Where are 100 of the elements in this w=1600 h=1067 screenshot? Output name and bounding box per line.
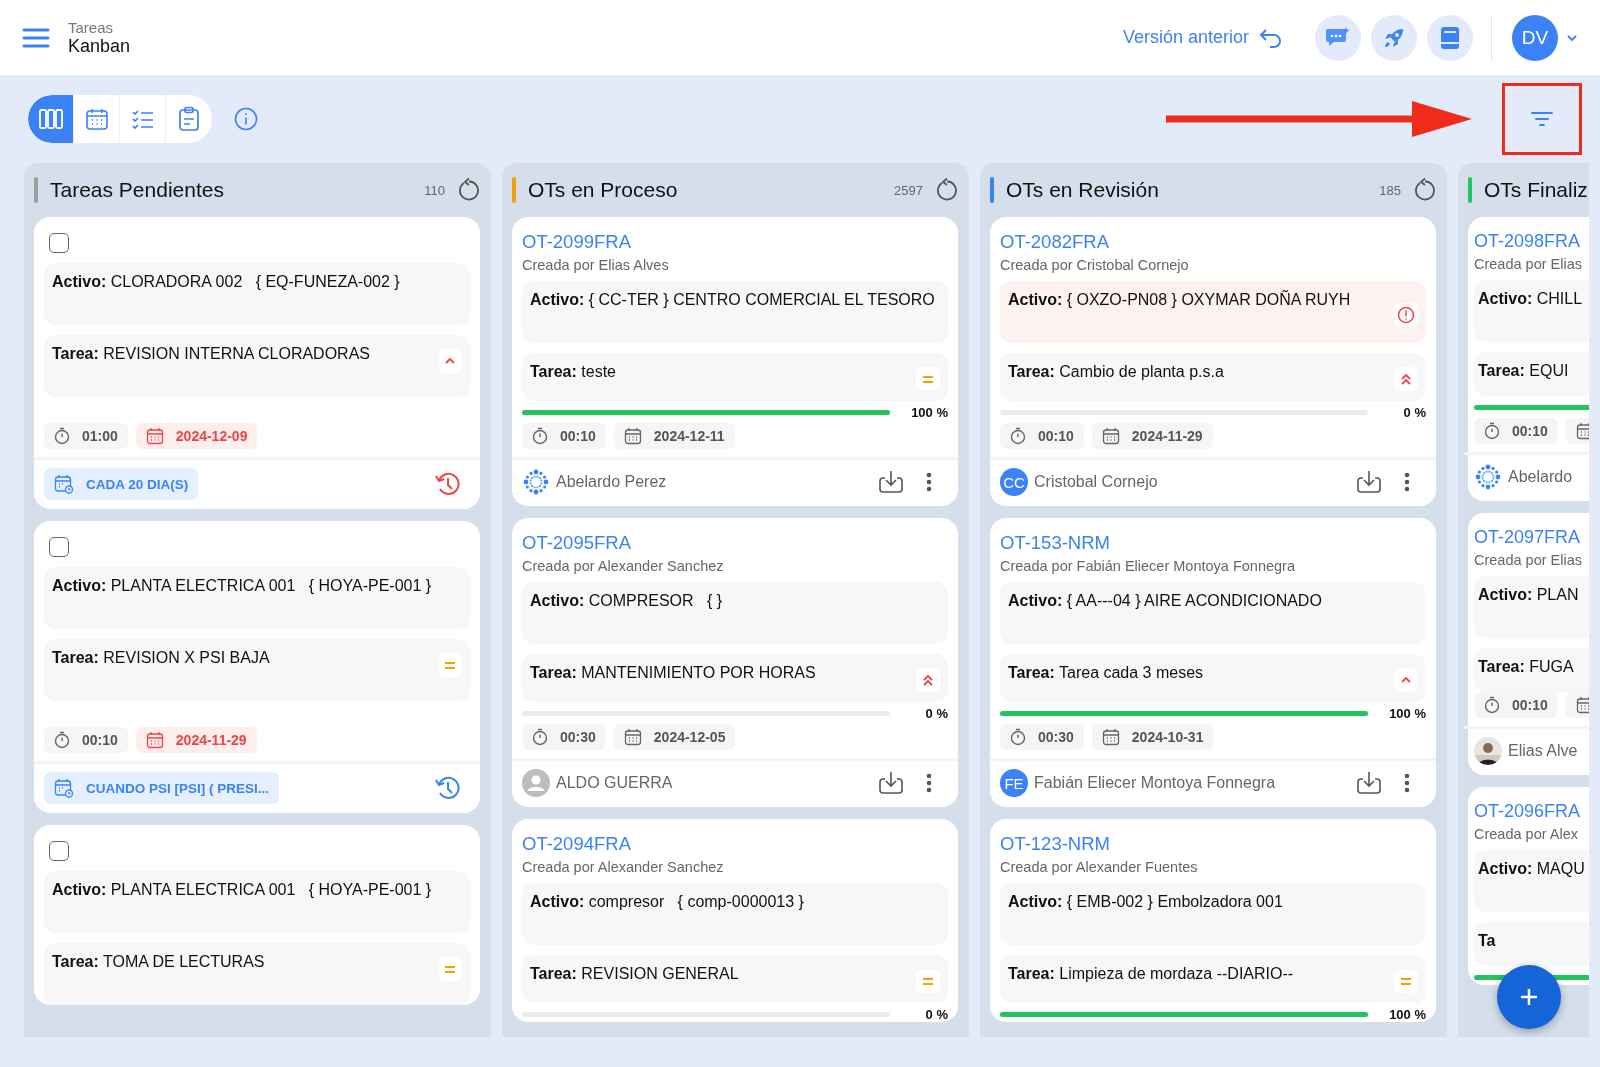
column-title: Tareas Pendientes [50, 178, 225, 202]
calendar-icon [1101, 728, 1120, 746]
history-icon[interactable] [434, 774, 462, 802]
calendar-icon [1101, 427, 1120, 445]
work-order-link[interactable]: OT-2098FRA [1474, 231, 1581, 252]
chevron-down-icon[interactable] [1566, 33, 1578, 42]
more-options-icon[interactable] [926, 773, 932, 793]
more-options-icon[interactable] [1404, 472, 1410, 492]
task-text: Tarea: EQUI [1478, 362, 1569, 380]
user-avatar[interactable]: DV [1512, 14, 1558, 61]
avatar-initials: FE [1000, 769, 1028, 797]
more-options-icon[interactable] [926, 472, 932, 492]
previous-version-link[interactable]: Versión anterior [1122, 27, 1283, 48]
recurrence-text: CADA 20 DIA(S) [86, 476, 189, 492]
asset-text: Activo: { CC-TER } CENTRO COMERCIAL EL TESORO [530, 291, 935, 309]
work-order-link[interactable]: OT-2099FRA [522, 231, 631, 253]
work-order-link[interactable]: OT-2095FRA [522, 532, 631, 554]
rocket-icon[interactable] [1371, 14, 1417, 61]
asset-text: Activo: CLORADORA 002 { EQ-FUNEZA-002 } [52, 273, 400, 291]
work-order-link[interactable]: OT-153-NRM [1000, 532, 1110, 554]
book-icon[interactable] [1427, 14, 1473, 61]
plus-icon [1518, 986, 1540, 1008]
task-text: Tarea: FUGA [1478, 658, 1574, 676]
menu-icon[interactable] [22, 26, 50, 49]
asset-text: Activo: PLANTA ELECTRICA 001 { HOYA-PE-001 } [52, 881, 432, 899]
asset-text: Activo: compresor { comp-0000013 } [530, 893, 804, 911]
refresh-icon[interactable] [1413, 178, 1437, 202]
checkbox[interactable] [49, 537, 69, 557]
work-order-card[interactable]: OT-153-NRM Creada por Fabián Eliecer Montoya Fonnegra Activo: { AA---04 } AIRE ACONDICIONADO Tarea: Tarea cada 3 meses 100 % 00:30 2024-10-31 FE Fabián Eliecer Montoya Fonnegra [990, 518, 1436, 807]
task-text: Tarea: TOMA DE LECTURAS [52, 953, 265, 971]
task-text: Tarea: Cambio de planta p.s.a [1008, 363, 1224, 381]
work-order-card[interactable]: OT-2096FRA Creada por Alex Activo: MAQU Ta [1468, 787, 1589, 985]
work-order-card[interactable]: OT-123-NRM Creada por Alexander Fuentes Activo: { EMB-002 } Embolzadora 001 Tarea: Limpieza de mordaza --DIARIO-- 100 % [990, 819, 1436, 1022]
task-card[interactable]: Activo: PLANTA ELECTRICA 001 { HOYA-PE-001 } Tarea: REVISION X PSI BAJA 00:10 2024-11-29 CUANDO PSI [PSI] ( PRESI... [34, 521, 480, 813]
checkbox[interactable] [49, 233, 69, 253]
work-order-card[interactable]: OT-2094FRA Creada por Alexander Sanchez Activo: compresor { comp-0000013 } Tarea: REVISION GENERAL 0 % [512, 819, 958, 1022]
duration-text: 00:10 [1512, 423, 1548, 439]
priority-equals-icon [438, 653, 462, 677]
task-text: Tarea: REVISION INTERNA CLORADORAS [52, 345, 370, 363]
task-card[interactable]: Activo: CLORADORA 002 { EQ-FUNEZA-002 } Tarea: REVISION INTERNA CLORADORAS 01:00 2024-12-09 CADA 20 DIA(S) [34, 217, 480, 509]
asset-text: Activo: MAQU [1478, 860, 1585, 878]
avatar-initials: CC [1000, 468, 1028, 496]
avatar-icon [522, 468, 550, 496]
priority-equals-icon [1394, 969, 1418, 993]
refresh-icon[interactable] [935, 178, 959, 202]
download-icon[interactable] [1356, 771, 1382, 795]
task-text: Tarea: REVISION GENERAL [530, 965, 739, 983]
duration-text: 00:10 [560, 428, 596, 444]
work-order-link[interactable]: OT-2096FRA [1474, 801, 1581, 822]
calendar-icon [145, 731, 164, 749]
history-icon[interactable] [434, 470, 462, 498]
creator-text: Creada por Alex [1474, 826, 1579, 842]
more-options-icon[interactable] [1404, 773, 1410, 793]
priority-double-chevron-icon [1394, 367, 1418, 391]
board-view-icon [38, 108, 63, 130]
refresh-icon[interactable] [457, 178, 481, 202]
work-order-card[interactable]: OT-2082FRA Creada por Cristobal Cornejo Activo: { OXZO-PN08 } OXYMAR DOÑA RUYH Tarea: Cambio de planta p.s.a 0 % 00:10 2024-11-29 CC Cristobal Cornejo [990, 217, 1436, 506]
progress-percent: 0 % [924, 1006, 948, 1022]
stopwatch-icon [54, 427, 70, 445]
chat-sparkle-icon[interactable] [1315, 14, 1361, 61]
due-date-text: 2024-11-29 [175, 732, 247, 748]
work-order-card[interactable]: OT-2099FRA Creada por Elias Alves Activo: { CC-TER } CENTRO COMERCIAL EL TESORO Tarea: teste 100 % 00:10 2024-12-11 Abelardo Perez [512, 217, 958, 506]
download-icon[interactable] [878, 771, 904, 795]
duration-text: 00:30 [1038, 729, 1074, 745]
stopwatch-icon [54, 731, 70, 749]
info-icon[interactable] [234, 107, 258, 131]
column-count: 110 [424, 182, 445, 198]
duration-text: 00:10 [82, 732, 118, 748]
checklist-icon [130, 107, 155, 131]
priority-double-chevron-icon [916, 668, 940, 692]
view-tab[interactable] [28, 95, 74, 143]
work-order-card[interactable]: OT-2095FRA Creada por Alexander Sanchez Activo: COMPRESOR { } Tarea: MANTENIMIENTO POR HORAS 0 % 00:30 2024-12-05 ALDO GUERRA [512, 518, 958, 807]
priority-equals-icon [916, 969, 940, 993]
assignee-name: Cristobal Cornejo [1034, 473, 1159, 491]
progress-percent: 0 % [1402, 404, 1426, 420]
column-title: OTs Finaliz [1484, 178, 1589, 202]
creator-text: Creada por Elias [1474, 552, 1583, 568]
filter-icon[interactable] [1502, 83, 1582, 155]
download-icon[interactable] [878, 470, 904, 494]
work-order-link[interactable]: OT-123-NRM [1000, 833, 1110, 855]
calendar-icon [623, 728, 642, 746]
work-order-link[interactable]: OT-2097FRA [1474, 527, 1581, 548]
due-date-text: 2024-11-29 [1131, 428, 1203, 444]
checkbox[interactable] [49, 841, 69, 861]
assignee-name: Fabián Eliecer Montoya Fonnegra [1034, 774, 1277, 792]
task-text: Tarea: Tarea cada 3 meses [1008, 664, 1204, 682]
download-icon[interactable] [1356, 470, 1382, 494]
progress-percent: 100 % [1388, 705, 1426, 721]
due-date-text: 2024-12-09 [175, 428, 248, 444]
progress-percent: 100 % [910, 404, 948, 420]
column-count: 2597 [894, 182, 923, 198]
stopwatch-icon [532, 427, 548, 445]
avatar-icon [522, 769, 550, 797]
priority-equals-icon [438, 957, 462, 981]
task-text: Ta [1478, 932, 1496, 950]
work-order-link[interactable]: OT-2082FRA [1000, 231, 1109, 253]
work-order-link[interactable]: OT-2094FRA [522, 833, 631, 855]
creator-text: Creada por Alexander Fuentes [1000, 859, 1199, 875]
stopwatch-icon [1010, 427, 1026, 445]
task-card[interactable]: Activo: PLANTA ELECTRICA 001 { HOYA-PE-001 } Tarea: TOMA DE LECTURAS [34, 825, 480, 1005]
